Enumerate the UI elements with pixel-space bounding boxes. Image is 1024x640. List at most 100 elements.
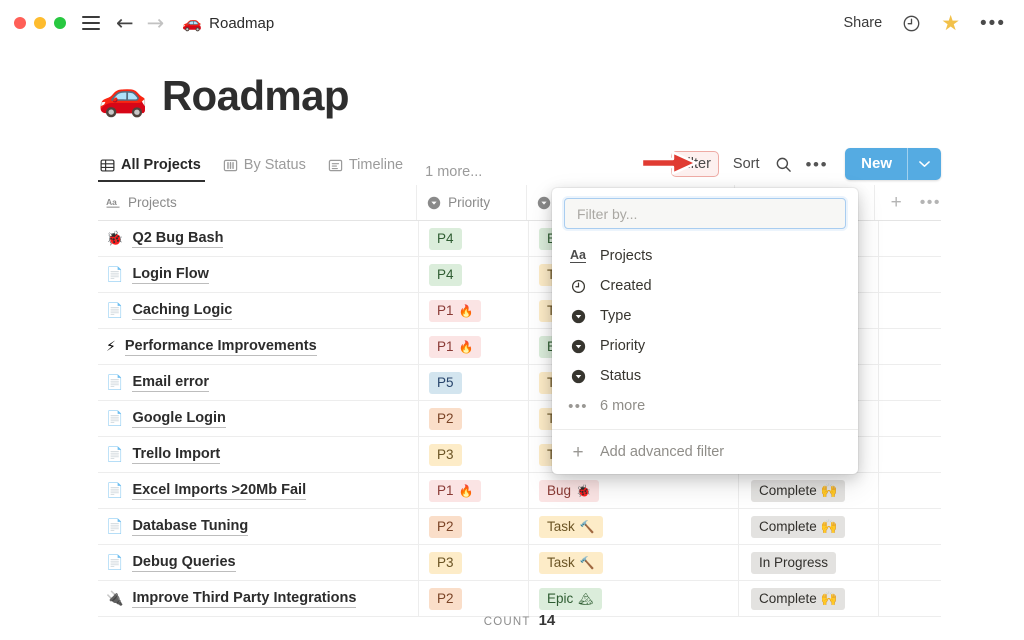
new-button-chevron-down-icon[interactable] [908, 148, 941, 180]
column-options-ellipsis-icon[interactable]: ••• [920, 195, 941, 211]
cell-project: ⚡Performance Improvements [98, 338, 418, 356]
column-header-projects[interactable]: Aa Projects [98, 195, 416, 210]
add-column-button[interactable]: + [891, 193, 902, 212]
cell-priority[interactable]: P4 [418, 257, 528, 292]
tab-by-status[interactable]: By Status [221, 148, 316, 182]
cell-status[interactable]: In Progress [738, 545, 878, 580]
cell-spacer [878, 437, 941, 472]
status-badge: Complete 🙌 [751, 516, 845, 538]
filter-search-input[interactable] [575, 205, 835, 223]
app-window: ← → 🚗 Roadmap Share ★ ••• 🚗 Roadmap [0, 0, 1024, 640]
status-badge: P2 [429, 516, 462, 538]
arrow-left-icon[interactable]: ← [116, 13, 134, 34]
filter-option-label: Created [600, 278, 652, 294]
cell-status[interactable]: Complete 🙌 [738, 581, 878, 616]
view-options-label: ••• [806, 156, 829, 173]
cell-priority[interactable]: P1🔥 [418, 473, 528, 508]
project-name-link[interactable]: Login Flow [132, 266, 209, 284]
cell-status[interactable]: Complete 🙌 [738, 473, 878, 508]
select-property-icon [570, 368, 586, 384]
project-name-link[interactable]: Q2 Bug Bash [132, 230, 223, 248]
cell-priority[interactable]: P3 [418, 545, 528, 580]
filter-option-status[interactable]: Status [552, 361, 858, 391]
filter-search-box[interactable] [564, 198, 846, 229]
row-emoji-icon: 📄 [106, 376, 123, 390]
view-tabs: All Projects By Status [98, 146, 482, 182]
cell-priority[interactable]: P1🔥 [418, 329, 528, 364]
view-options-ellipsis-icon[interactable]: ••• [799, 153, 836, 176]
filter-option-more[interactable]: ••• 6 more [552, 391, 858, 421]
cell-project: 📄Debug Queries [98, 554, 418, 572]
row-emoji-icon: 📄 [106, 484, 123, 498]
cell-type[interactable]: Epic🏔 [528, 581, 738, 616]
page-title-text: Roadmap [162, 72, 349, 120]
badge-emoji-icon: 🏔 [578, 590, 593, 608]
add-advanced-filter-button[interactable]: + Add advanced filter [552, 430, 858, 474]
more-views-button[interactable]: 1 more... [425, 164, 482, 182]
column-header-actions: + ••• [874, 185, 941, 220]
maximize-window-button[interactable] [54, 17, 66, 29]
status-badge: P1🔥 [429, 336, 481, 358]
select-property-icon [570, 308, 586, 324]
breadcrumb[interactable]: 🚗 Roadmap [182, 15, 274, 32]
hamburger-icon[interactable] [82, 16, 100, 30]
cell-priority[interactable]: P1🔥 [418, 293, 528, 328]
cell-type[interactable]: Task🔨 [528, 545, 738, 580]
cell-priority[interactable]: P5 [418, 365, 528, 400]
project-name-link[interactable]: Excel Imports >20Mb Fail [132, 482, 306, 500]
status-badge: P5 [429, 372, 462, 394]
project-name-link[interactable]: Email error [132, 374, 209, 392]
cell-project: 🐞Q2 Bug Bash [98, 230, 418, 248]
new-button[interactable]: New [845, 148, 907, 180]
status-badge: P1🔥 [429, 480, 481, 502]
clock-icon[interactable] [902, 14, 921, 33]
cell-spacer [878, 221, 941, 256]
project-name-link[interactable]: Caching Logic [132, 302, 232, 320]
arrow-right-icon[interactable]: → [147, 13, 165, 34]
status-badge: P4 [429, 264, 462, 286]
cell-priority[interactable]: P2 [418, 581, 528, 616]
text-property-icon: Aa [106, 196, 121, 209]
tab-timeline[interactable]: Timeline [326, 148, 413, 182]
cell-type[interactable]: Bug🐞 [528, 473, 738, 508]
close-window-button[interactable] [14, 17, 26, 29]
cell-project: 📄Trello Import [98, 446, 418, 464]
cell-type[interactable]: Task🔨 [528, 509, 738, 544]
filter-option-priority[interactable]: Priority [552, 331, 858, 361]
window-titlebar: ← → 🚗 Roadmap Share ★ ••• [0, 0, 1024, 46]
column-header-priority[interactable]: Priority [416, 185, 525, 220]
filter-option-projects[interactable]: Aa Projects [552, 241, 858, 271]
cell-project: 📄Database Tuning [98, 518, 418, 536]
titlebar-actions: Share ★ ••• [844, 13, 1007, 34]
tab-all-projects[interactable]: All Projects [98, 148, 211, 182]
project-name-link[interactable]: Trello Import [132, 446, 220, 464]
project-name-link[interactable]: Google Login [132, 410, 225, 428]
table-row[interactable]: 📄Debug QueriesP3Task🔨In Progress [98, 545, 941, 581]
filter-option-type[interactable]: Type [552, 301, 858, 331]
svg-text:Aa: Aa [106, 197, 117, 207]
search-icon[interactable] [768, 153, 799, 176]
cell-priority[interactable]: P3 [418, 437, 528, 472]
table-row[interactable]: 📄Database Tuning P2 Task🔨 Complete 🙌 [98, 509, 941, 545]
table-row[interactable]: 📄 Excel Imports >20Mb Fail P1🔥 Bug🐞Complete… [98, 473, 941, 509]
cell-priority[interactable]: P2 [418, 509, 528, 544]
project-name-link[interactable]: Improve Third Party Integrations [132, 590, 356, 608]
cell-spacer [878, 473, 941, 508]
project-name-link[interactable]: Performance Improvements [125, 338, 317, 356]
tab-label: All Projects [121, 157, 201, 173]
table-footer: COUNT 14 [98, 612, 941, 629]
cell-priority[interactable]: P4 [418, 221, 528, 256]
project-name-link[interactable]: Database Tuning [132, 518, 248, 536]
project-name-link[interactable]: Debug Queries [132, 554, 235, 572]
ellipsis-icon: ••• [570, 398, 586, 414]
ellipsis-icon[interactable]: ••• [980, 14, 1006, 33]
cell-status[interactable]: Complete 🙌 [738, 509, 878, 544]
filter-option-created[interactable]: Created [552, 271, 858, 301]
plus-icon: + [570, 443, 586, 462]
cell-spacer [878, 257, 941, 292]
sort-button[interactable]: Sort [725, 153, 768, 175]
cell-priority[interactable]: P2 [418, 401, 528, 436]
share-button[interactable]: Share [844, 15, 883, 31]
minimize-window-button[interactable] [34, 17, 46, 29]
star-icon[interactable]: ★ [941, 13, 960, 34]
